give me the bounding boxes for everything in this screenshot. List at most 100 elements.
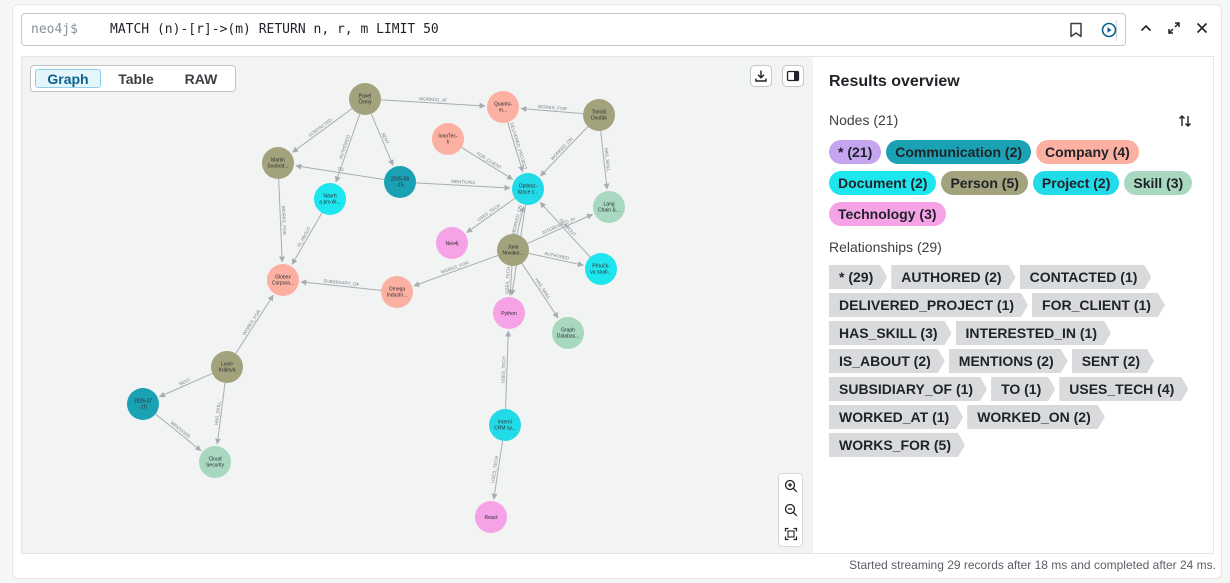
sort-icon	[1179, 115, 1191, 127]
node-chip[interactable]: Company (4)	[1036, 140, 1139, 164]
node-chip[interactable]: Document (2)	[829, 171, 937, 195]
relationship-label: FOR_CLIENT	[476, 151, 503, 170]
node-chip[interactable]: Person (5)	[941, 171, 1028, 195]
relationship-chip[interactable]: HAS_SKILL (3)	[829, 321, 952, 345]
relationship-edge[interactable]	[505, 330, 512, 410]
play-circle-icon	[1101, 22, 1117, 38]
relationship-chip[interactable]: IS_ABOUT (2)	[829, 349, 945, 373]
relationship-chip[interactable]: FOR_CLIENT (1)	[1032, 293, 1165, 317]
relationship-label: HAS_SKILL	[534, 277, 552, 300]
graph-node[interactable]: Lang Chain &...	[593, 191, 625, 223]
relationship-label: MENTIONS	[451, 179, 475, 185]
node-chip[interactable]: Technology (3)	[829, 202, 946, 226]
node-chip[interactable]: Project (2)	[1032, 171, 1120, 195]
zoom-in-icon	[784, 479, 798, 493]
relationship-chip[interactable]: INTERESTED_IN (1)	[956, 321, 1111, 345]
view-tabs: Graph Table RAW	[30, 65, 236, 92]
tab-table[interactable]: Table	[103, 69, 169, 88]
graph-node[interactable]: Jana Novako...	[497, 234, 529, 266]
chevron-up-icon	[1140, 24, 1152, 32]
relationship-label: WORKS_FOR	[281, 206, 287, 236]
relationship-edge[interactable]	[159, 372, 213, 398]
node-label: Příručk-va studi...	[590, 264, 611, 276]
graph-node[interactable]: Neo4j	[436, 227, 468, 259]
relationship-chip[interactable]: WORKED_AT (1)	[829, 405, 963, 429]
relationship-label: WORKED_ON	[511, 205, 523, 235]
save-favorite-button[interactable]	[1065, 19, 1087, 41]
graph-node[interactable]: Interní CRM sy...	[489, 409, 521, 441]
relationship-chip[interactable]: WORKS_FOR (5)	[829, 433, 965, 457]
relationship-chip[interactable]: MENTIONS (2)	[949, 349, 1068, 373]
graph-node[interactable]: Omega Industri...	[381, 276, 413, 308]
node-label: React	[484, 515, 498, 521]
fullscreen-button[interactable]	[1162, 16, 1186, 40]
bookmark-icon	[1070, 22, 1082, 38]
zoom-controls	[778, 473, 803, 547]
relationship-edge[interactable]	[370, 113, 394, 166]
relationship-edge[interactable]	[466, 197, 516, 233]
relationship-chip[interactable]: AUTHORED (2)	[891, 265, 1015, 289]
sort-button[interactable]	[1175, 111, 1195, 131]
graph-node[interactable]: InnoTec-h	[432, 123, 464, 155]
graph-node[interactable]: 2025-06 -15	[384, 166, 416, 198]
graph-node[interactable]: React	[475, 501, 507, 533]
result-container: WORKED_AT WORKS_FOR CONTACTED SENT AUTHORED T…	[21, 56, 1214, 554]
graph-node[interactable]: Lucie Králová	[211, 351, 243, 383]
query-text[interactable]: MATCH (n)-[r]->(m) RETURN n, r, m LIMIT …	[110, 22, 439, 37]
query-editor[interactable]: neo4j$ MATCH (n)-[r]->(m) RETURN n, r, m…	[21, 13, 1126, 46]
relationship-chip[interactable]: SENT (2)	[1072, 349, 1154, 373]
relationship-edge[interactable]	[461, 147, 514, 180]
graph-visualization[interactable]: WORKED_ATWORKS_FORCONTACTEDSENTAUTHOREDT…	[22, 57, 813, 553]
relationship-chip[interactable]: WORKED_ON (2)	[967, 405, 1105, 429]
graph-node[interactable]: 2025-07 -10	[127, 388, 159, 420]
node-chip[interactable]: Communication (2)	[886, 140, 1032, 164]
relationship-label: CONTACTED	[308, 117, 334, 138]
node-label: Tomáš Dvořák	[591, 110, 607, 122]
graph-node[interactable]: Python	[493, 297, 525, 329]
graph-node[interactable]: Martin Svobod...	[262, 147, 294, 179]
relationship-label: MENTIONS	[170, 420, 192, 439]
relationship-edge[interactable]	[521, 263, 559, 319]
relationship-chip[interactable]: SUBSIDIARY_OF (1)	[829, 377, 987, 401]
relationship-chip[interactable]: * (29)	[829, 265, 887, 289]
relationship-edge[interactable]	[334, 113, 361, 183]
relationship-edge[interactable]	[413, 254, 499, 287]
graph-node[interactable]: Příručk-va studi...	[585, 253, 617, 285]
relationship-chip[interactable]: TO (1)	[991, 377, 1055, 401]
graph-canvas[interactable]: WORKED_AT WORKS_FOR CONTACTED SENT AUTHORED T…	[22, 57, 813, 553]
graph-node[interactable]: Tomáš Dvořák	[583, 99, 615, 131]
download-button[interactable]	[750, 65, 772, 87]
graph-node[interactable]: Optimiz-lizace c...	[512, 173, 544, 205]
zoom-out-button[interactable]	[782, 501, 800, 519]
node-chip[interactable]: * (21)	[829, 140, 882, 164]
relationship-chips: * (29) AUTHORED (2) CONTACTED (1) DELIVERED…	[829, 265, 1199, 457]
graph-node[interactable]: Cloud Security	[199, 446, 231, 478]
graph-node[interactable]: Globex Corpora...	[267, 264, 299, 296]
relationship-edge[interactable]	[235, 294, 274, 354]
relationship-edge[interactable]	[540, 126, 589, 177]
relationship-label: USES_TECH	[500, 356, 506, 383]
zoom-in-button[interactable]	[782, 477, 800, 495]
node-chip[interactable]: Skill (3)	[1124, 171, 1193, 195]
relationship-label: WORKED_AT	[419, 96, 448, 103]
graph-node[interactable]: Graph Databas...	[552, 317, 584, 349]
collapse-button[interactable]	[1134, 16, 1158, 40]
relationship-edge[interactable]	[291, 212, 323, 265]
tab-graph[interactable]: Graph	[35, 69, 101, 88]
graph-node[interactable]: Návrh a pro AI...	[314, 183, 346, 215]
expand-icon	[1168, 22, 1180, 34]
relationship-label: USES_TECH	[476, 203, 501, 223]
graph-node[interactable]: Pavel Černý	[349, 83, 381, 115]
close-button[interactable]	[1190, 16, 1214, 40]
editor-prompt: neo4j$	[31, 22, 78, 37]
fit-to-screen-button[interactable]	[782, 525, 800, 543]
toggle-panel-button[interactable]	[782, 65, 804, 87]
nodes-label: Nodes (21)	[829, 112, 899, 128]
relationship-chip[interactable]: CONTACTED (1)	[1020, 265, 1152, 289]
relationship-edge[interactable]	[155, 413, 202, 452]
graph-node[interactable]: Quantu-m...	[487, 91, 519, 123]
run-query-button[interactable]	[1098, 19, 1120, 41]
relationship-chip[interactable]: USES_TECH (4)	[1059, 377, 1188, 401]
relationship-chip[interactable]: DELIVERED_PROJECT (1)	[829, 293, 1028, 317]
tab-raw[interactable]: RAW	[169, 69, 233, 88]
